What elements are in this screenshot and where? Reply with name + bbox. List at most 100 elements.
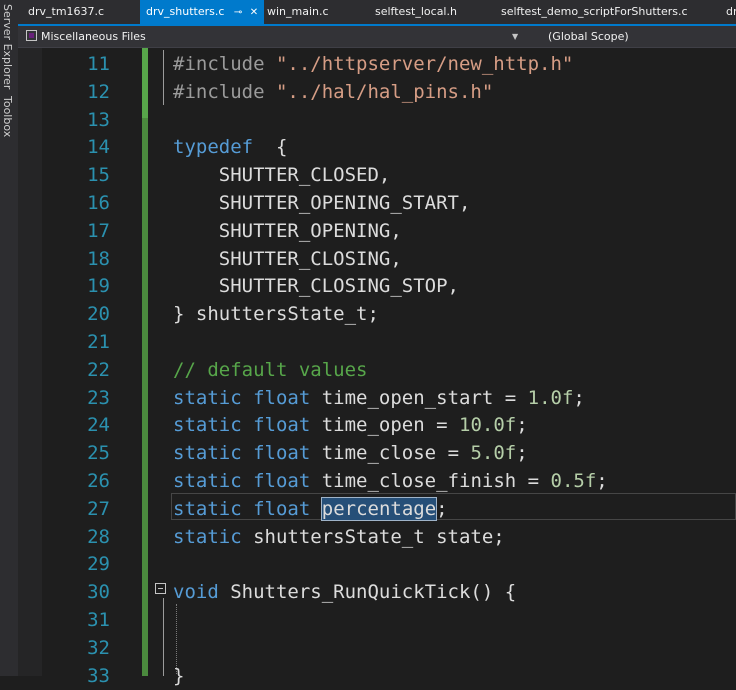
code-text[interactable]: } shuttersState_t; — [173, 300, 379, 328]
navigation-bar: Miscellaneous Files ▼ (Global Scope) — [18, 26, 736, 48]
project-label: Miscellaneous Files — [41, 30, 146, 43]
tab-drv-shutters[interactable]: drv_shutters.c ⊸ ✕ — [140, 0, 264, 24]
pin-icon[interactable]: ⊸ — [234, 7, 242, 18]
code-line[interactable]: 11 #include "../httpserver/new_http.h" — [18, 50, 736, 78]
chevron-down-icon[interactable]: ▼ — [512, 28, 518, 45]
code-token: time_open = — [310, 414, 460, 437]
code-line[interactable]: 24 static float time_open = 10.0f; — [18, 411, 736, 439]
code-token: time_open_start = — [310, 386, 528, 409]
code-token: { — [253, 136, 288, 159]
tab-label: selftest_demo_scriptForShutters.c — [501, 5, 688, 18]
tab-win-main[interactable]: win_main.c — [261, 0, 335, 24]
code-line[interactable]: 16 SHUTTER_OPENING_START, — [18, 189, 736, 217]
line-number: 26 — [87, 470, 110, 492]
code-token: static — [173, 497, 242, 520]
code-text[interactable]: SHUTTER_OPENING, — [173, 217, 402, 245]
toolbox-tab[interactable]: Toolbox — [1, 96, 14, 137]
code-token: 10.0f — [459, 414, 517, 437]
code-token: #include — [173, 53, 276, 75]
code-line[interactable]: 23 static float time_open_start = 1.0f; — [18, 384, 736, 412]
code-line[interactable]: 14 typedef { — [18, 133, 736, 161]
code-token: 0.5f — [550, 470, 597, 492]
code-text[interactable]: typedef { — [173, 133, 287, 161]
code-line[interactable]: 21 — [18, 328, 736, 356]
code-token: "../hal/hal_pins.h" — [275, 80, 494, 103]
code-editor[interactable]: 11 #include "../httpserver/new_http.h" 12 #… — [18, 48, 736, 687]
code-line[interactable]: 29 — [18, 550, 736, 578]
line-number: 24 — [87, 414, 110, 437]
code-token: static — [173, 470, 242, 492]
project-dropdown[interactable]: Miscellaneous Files ▼ — [24, 28, 522, 45]
code-text[interactable]: // default values — [173, 356, 367, 384]
code-line[interactable]: 26 static float time_close_finish = 0.5f; — [18, 467, 736, 495]
code-text[interactable]: static float percentage; — [173, 495, 448, 523]
code-token: SHUTTER_OPENING_START, — [173, 192, 471, 214]
code-line[interactable]: 25 static float time_close = 5.0f; — [18, 439, 736, 467]
code-text[interactable]: static shuttersState_t state; — [173, 523, 505, 551]
code-line[interactable]: 12 #include "../hal/hal_pins.h" — [18, 78, 736, 106]
code-line[interactable]: 27 static float percentage; — [18, 495, 736, 523]
code-token: // default values — [173, 358, 368, 381]
code-text[interactable]: static float time_close = 5.0f; — [173, 439, 528, 467]
code-text[interactable]: SHUTTER_CLOSING_STOP, — [173, 272, 459, 300]
line-number: 31 — [87, 609, 110, 631]
tab-overflow[interactable]: dr — [720, 0, 736, 24]
code-line[interactable]: 22 // default values — [18, 356, 736, 384]
code-token: 1.0f — [527, 386, 574, 409]
code-token: #include — [173, 80, 276, 103]
code-token: static — [173, 442, 242, 465]
code-line[interactable]: 18 SHUTTER_CLOSING, — [18, 245, 736, 273]
code-text[interactable]: SHUTTER_CLOSED, — [173, 161, 391, 189]
close-icon[interactable]: ✕ — [250, 7, 258, 18]
tab-selftest-local[interactable]: selftest_local.h — [369, 0, 463, 24]
code-token: float — [253, 386, 311, 409]
code-text[interactable]: static float time_open_start = 1.0f; — [173, 384, 585, 412]
code-text[interactable]: #include "../hal/hal_pins.h" — [173, 78, 493, 106]
tab-drv-tm1637[interactable]: drv_tm1637.c — [22, 0, 110, 24]
code-token: ; — [596, 470, 608, 492]
line-number: 15 — [87, 164, 110, 187]
code-text[interactable]: #include "../httpserver/new_http.h" — [173, 50, 573, 78]
code-line[interactable]: 13 — [18, 106, 736, 134]
code-token: SHUTTER_OPENING, — [173, 219, 402, 242]
code-token: ; — [436, 497, 448, 520]
line-number: 25 — [87, 442, 110, 465]
code-line[interactable]: 32 — [18, 634, 736, 662]
code-line[interactable]: 31 — [18, 606, 736, 634]
code-token: static — [173, 525, 242, 548]
line-number: 17 — [87, 219, 110, 242]
server-explorer-tab[interactable]: Server Explorer — [1, 4, 14, 89]
code-line[interactable]: 17 SHUTTER_OPENING, — [18, 217, 736, 245]
tab-selftest-demo-script[interactable]: selftest_demo_scriptForShutters.c — [495, 0, 694, 24]
code-line[interactable]: 28 static shuttersState_t state; — [18, 523, 736, 551]
code-token: float — [253, 442, 311, 465]
code-token: typedef — [173, 136, 254, 159]
code-token: ; — [573, 386, 585, 409]
scope-dropdown[interactable]: (Global Scope) — [538, 28, 734, 45]
tab-label: drv_tm1637.c — [28, 5, 105, 18]
code-text[interactable]: void Shutters_RunQuickTick() { — [173, 578, 516, 606]
line-number: 20 — [87, 303, 110, 326]
code-token: time_close = — [310, 442, 471, 465]
document-tab-bar: drv_tm1637.c drv_shutters.c ⊸ ✕ win_main… — [18, 0, 736, 26]
tab-label: drv_shutters.c — [146, 5, 225, 18]
code-line[interactable]: 15 SHUTTER_CLOSED, — [18, 161, 736, 189]
code-line[interactable]: 30 void Shutters_RunQuickTick() { — [18, 578, 736, 606]
code-line[interactable]: 20 } shuttersState_t; — [18, 300, 736, 328]
code-text[interactable]: static float time_open = 10.0f; — [173, 411, 528, 439]
code-text[interactable]: SHUTTER_CLOSING, — [173, 245, 402, 273]
line-number: 11 — [87, 53, 110, 75]
line-number: 23 — [87, 386, 110, 409]
line-number: 32 — [87, 636, 110, 659]
code-token: ; — [516, 414, 528, 437]
tab-label: dr — [726, 5, 736, 18]
code-text[interactable]: SHUTTER_OPENING_START, — [173, 189, 471, 217]
line-number: 12 — [87, 80, 110, 103]
code-line[interactable]: 19 SHUTTER_CLOSING_STOP, — [18, 272, 736, 300]
code-text[interactable]: static float time_close_finish = 0.5f; — [173, 467, 608, 495]
code-token: SHUTTER_CLOSED, — [173, 164, 391, 187]
tab-label: selftest_local.h — [375, 5, 457, 18]
